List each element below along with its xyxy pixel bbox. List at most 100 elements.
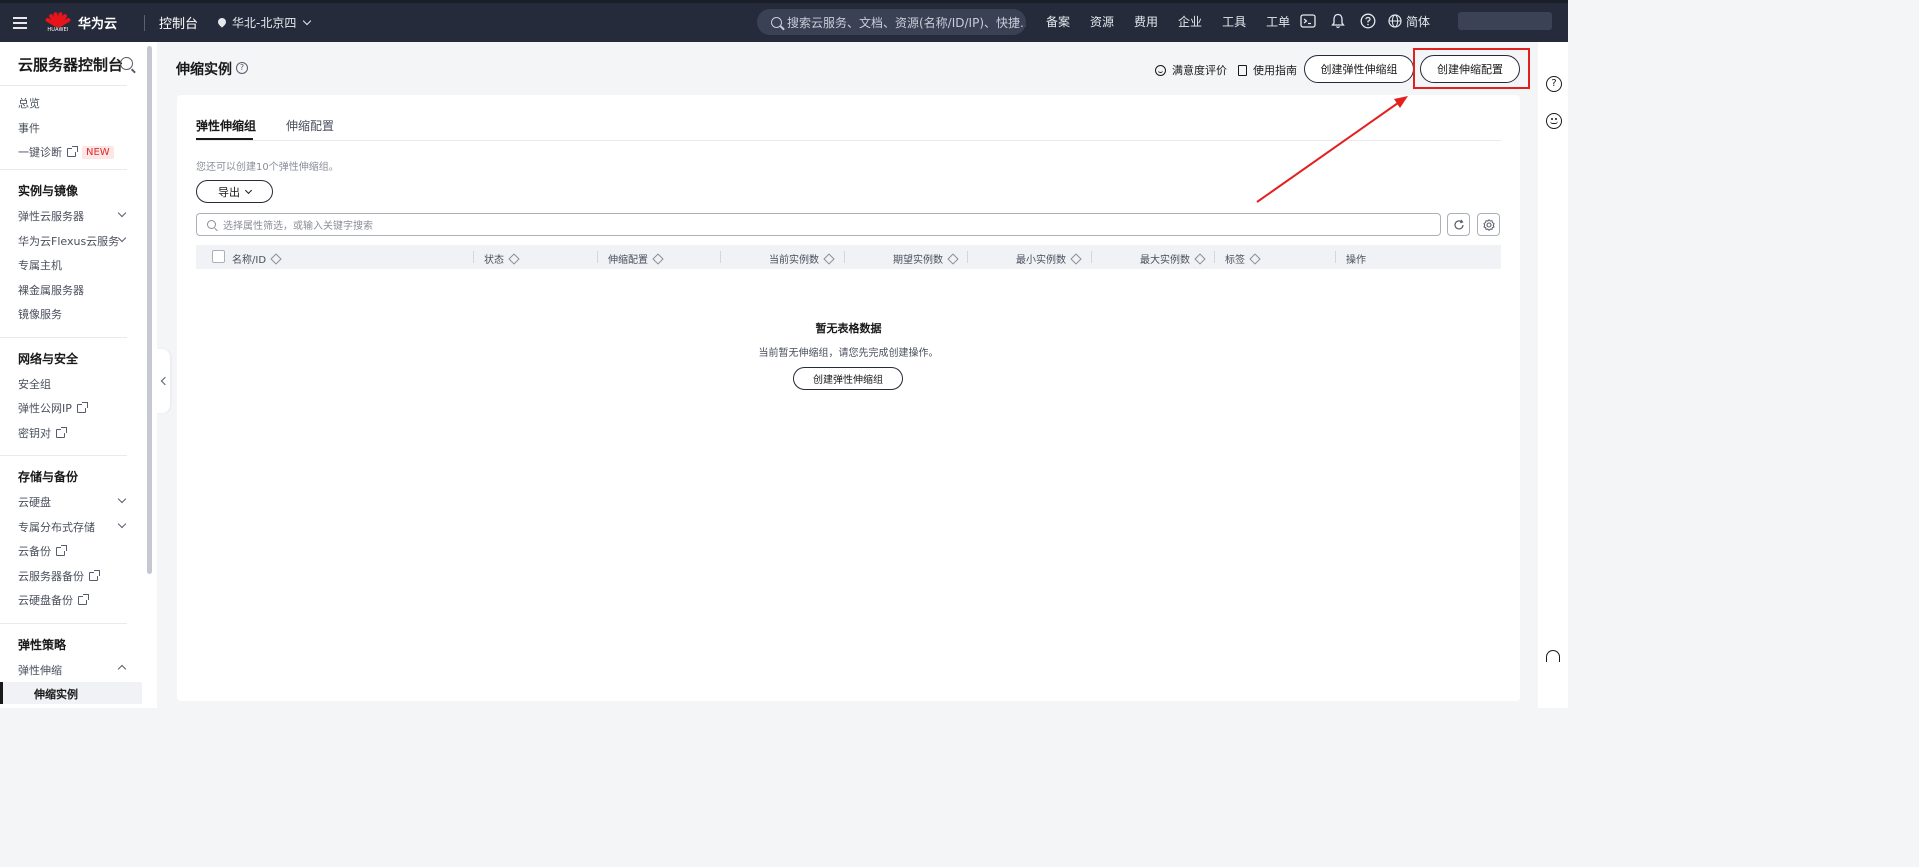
sidebar-item-image-service[interactable]: 镜像服务 (18, 306, 62, 322)
tab-scaling-groups[interactable]: 弹性伸缩组 (196, 117, 256, 134)
chevron-down-icon[interactable] (117, 519, 127, 529)
sidebar-item-overview[interactable]: 总览 (18, 95, 40, 111)
sort-icon[interactable] (1194, 252, 1206, 265)
sidebar-item-disk-backup[interactable]: 云硬盘备份 (18, 592, 89, 608)
sidebar-item-dss[interactable]: 专属分布式存储 (18, 519, 95, 535)
sidebar: 云服务器控制台 总览 事件 一键诊断 NEW 实例与镜像 弹性云服务器 华为云F… (0, 42, 157, 708)
sort-icon[interactable] (1070, 252, 1082, 265)
column-header-actions: 操作 (1346, 255, 1366, 266)
empty-create-group-button[interactable]: 创建弹性伸缩组 (793, 367, 903, 390)
sidebar-item-diagnosis[interactable]: 一键诊断 NEW (18, 144, 114, 160)
column-header-tags[interactable]: 标签 (1225, 251, 1261, 266)
quota-text: 您还可以创建10个弹性伸缩组。 (196, 162, 339, 173)
column-header-config[interactable]: 伸缩配置 (608, 251, 664, 266)
sort-icon[interactable] (947, 252, 959, 265)
globe-icon (1388, 14, 1402, 28)
global-search-input[interactable]: 搜索云服务、文档、资源(名称/ID/IP)、快捷... (757, 9, 1026, 35)
column-header-name[interactable]: 名称/ID (232, 251, 282, 266)
feedback-smile-icon[interactable] (1546, 113, 1562, 129)
sidebar-item-flexus[interactable]: 华为云Flexus云服务 (18, 233, 119, 249)
sidebar-group-instances: 实例与镜像 (18, 184, 79, 198)
sidebar-item-ecs[interactable]: 弹性云服务器 (18, 208, 84, 224)
bell-icon[interactable] (1328, 11, 1348, 31)
sidebar-item-scaling-instances-label[interactable]: 伸缩实例 (34, 686, 78, 702)
sort-icon[interactable] (508, 252, 520, 265)
sort-icon[interactable] (270, 252, 282, 265)
search-icon (771, 16, 782, 28)
global-search-placeholder: 搜索云服务、文档、资源(名称/ID/IP)、快捷... (787, 15, 1026, 30)
column-header-desired[interactable]: 期望实例数 (893, 251, 959, 266)
sidebar-item-cbr[interactable]: 云备份 (18, 543, 67, 559)
external-link-icon (67, 145, 78, 157)
sidebar-item-evs[interactable]: 云硬盘 (18, 494, 51, 510)
nav-link-tickets[interactable]: 工单 (1266, 13, 1290, 30)
headset-icon[interactable] (1546, 650, 1560, 662)
sidebar-collapse-button[interactable] (157, 349, 170, 413)
nav-link-beian[interactable]: 备案 (1046, 13, 1070, 30)
sidebar-item-eip[interactable]: 弹性公网IP (18, 400, 88, 416)
sidebar-divider (0, 455, 127, 456)
region-label: 华北-北京四 (232, 16, 297, 30)
chevron-up-icon[interactable] (117, 664, 127, 674)
language-selector[interactable]: 简体 (1388, 13, 1430, 30)
sidebar-item-dedicated-host[interactable]: 专属主机 (18, 257, 62, 273)
sidebar-divider (0, 623, 127, 624)
column-header-current[interactable]: 当前实例数 (769, 251, 835, 266)
export-button[interactable]: 导出 (196, 180, 273, 203)
terminal-icon[interactable] (1298, 11, 1318, 31)
column-divider (1214, 251, 1215, 263)
help-icon[interactable] (1358, 11, 1378, 31)
huawei-logo-icon: HUAWEI (44, 10, 72, 36)
refresh-icon (1453, 219, 1464, 229)
column-divider (597, 251, 598, 263)
nav-link-tools[interactable]: 工具 (1222, 13, 1246, 30)
column-header-min[interactable]: 最小实例数 (1016, 251, 1082, 266)
empty-state-description: 当前暂无伸缩组，请您先完成创建操作。 (758, 348, 939, 359)
sort-icon[interactable] (1249, 252, 1261, 265)
nav-link-billing[interactable]: 费用 (1134, 13, 1158, 30)
page-title: 伸缩实例 (176, 62, 232, 78)
help-icon[interactable]: ? (1546, 76, 1562, 92)
sidebar-item-keypair[interactable]: 密钥对 (18, 425, 67, 441)
sort-icon[interactable] (823, 252, 835, 265)
select-all-checkbox[interactable] (212, 250, 225, 263)
chevron-down-icon[interactable] (117, 208, 127, 218)
sidebar-item-events[interactable]: 事件 (18, 120, 40, 136)
create-scaling-group-button[interactable]: 创建弹性伸缩组 (1304, 55, 1414, 83)
tab-scaling-configs[interactable]: 伸缩配置 (286, 117, 334, 134)
region-selector[interactable]: 华北-北京四 (218, 14, 312, 31)
sort-icon[interactable] (652, 252, 664, 265)
column-header-status[interactable]: 状态 (484, 251, 520, 266)
chevron-down-icon[interactable] (117, 494, 127, 504)
user-guide-link[interactable]: 使用指南 (1238, 62, 1297, 78)
sidebar-item-auto-scaling[interactable]: 弹性伸缩 (18, 662, 62, 678)
nav-link-enterprise[interactable]: 企业 (1178, 13, 1202, 30)
refresh-button[interactable] (1447, 213, 1470, 236)
nav-link-resources[interactable]: 资源 (1090, 13, 1114, 30)
settings-button[interactable] (1477, 213, 1500, 236)
nav-icons: 简体 (1298, 0, 1430, 42)
column-divider (844, 251, 845, 263)
chevron-left-icon (160, 376, 170, 386)
satisfaction-link[interactable]: 满意度评价 (1155, 62, 1227, 78)
huawei-cloud-logo[interactable]: HUAWEI 华为云 (44, 10, 126, 36)
menu-icon[interactable] (0, 3, 40, 43)
brand-name: 华为云 (78, 17, 118, 32)
sidebar-scrollbar[interactable] (147, 46, 152, 574)
sidebar-item-security-group[interactable]: 安全组 (18, 376, 51, 392)
gear-icon (1482, 218, 1495, 231)
column-header-max[interactable]: 最大实例数 (1140, 251, 1206, 266)
book-icon (1238, 64, 1247, 76)
user-account-menu[interactable] (1458, 12, 1552, 30)
content-card: 弹性伸缩组 伸缩配置 您还可以创建10个弹性伸缩组。 导出 选择属性筛选，或输入… (177, 95, 1520, 701)
location-pin-icon (218, 18, 226, 28)
help-icon[interactable]: ? (236, 62, 248, 74)
filter-search-input[interactable]: 选择属性筛选，或输入关键字搜索 (196, 213, 1441, 236)
annotation-highlight-box (1413, 48, 1530, 89)
console-link[interactable]: 控制台 (159, 13, 198, 32)
sidebar-group-storage: 存储与备份 (18, 470, 79, 484)
sidebar-item-server-backup[interactable]: 云服务器备份 (18, 568, 100, 584)
sidebar-search-icon[interactable] (120, 57, 133, 70)
tab-divider (196, 140, 1501, 141)
sidebar-item-bare-metal[interactable]: 裸金属服务器 (18, 282, 84, 298)
